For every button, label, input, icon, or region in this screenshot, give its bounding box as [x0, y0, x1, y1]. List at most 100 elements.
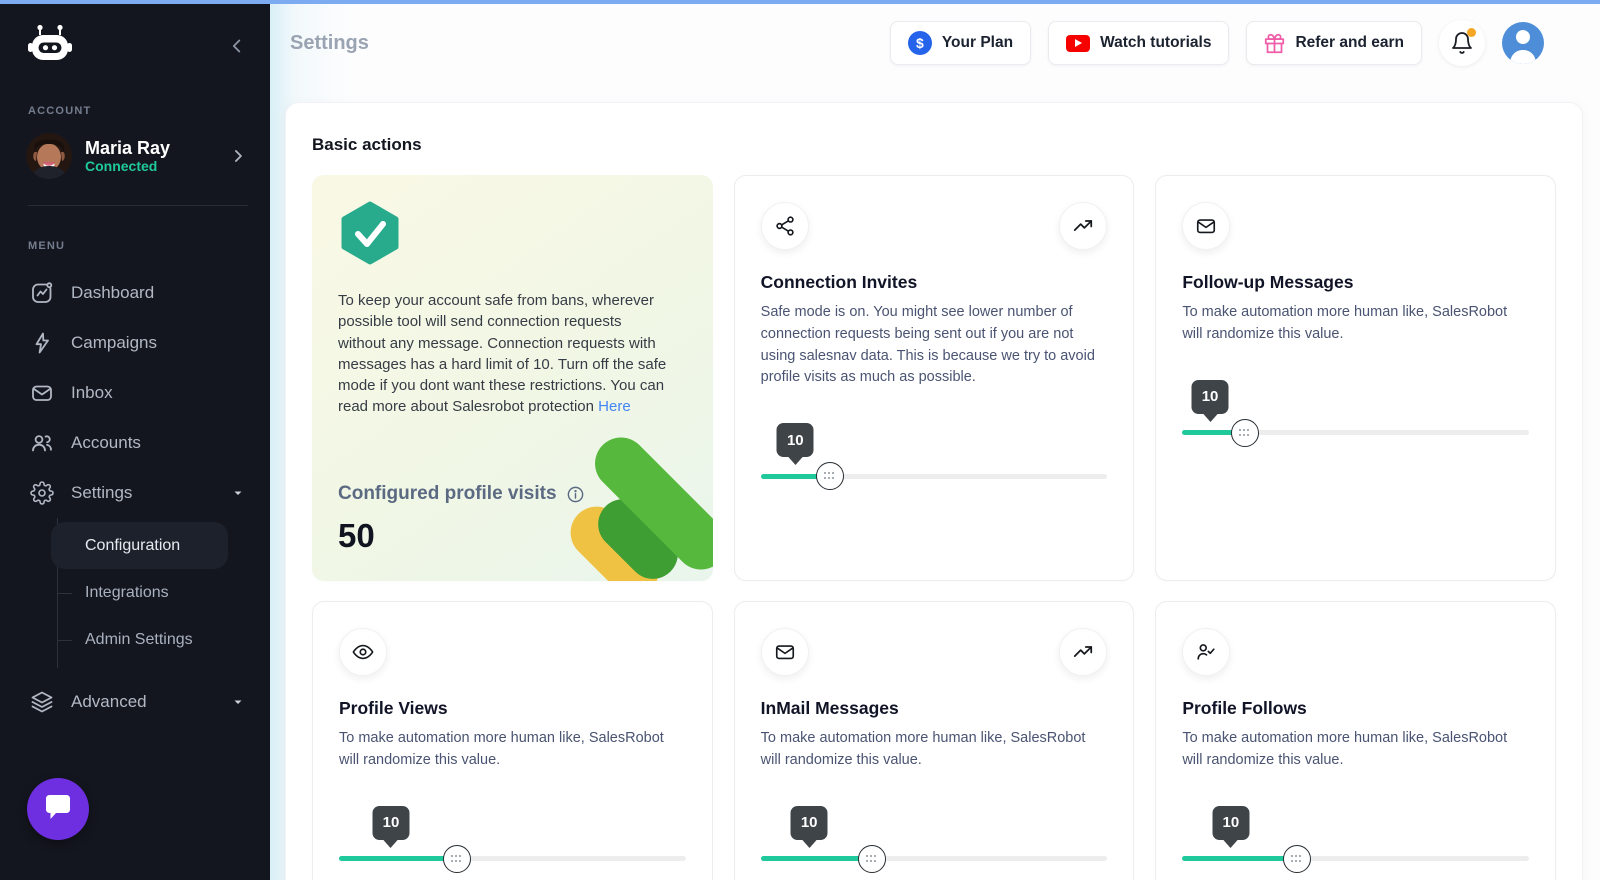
card-title: Profile Views	[339, 698, 448, 718]
salesrobot-logo	[26, 24, 74, 71]
slider-handle[interactable]	[1230, 418, 1259, 447]
sidebar-item-configuration[interactable]: Configuration	[51, 522, 228, 569]
connection-invites-slider[interactable]: 10	[760, 423, 1108, 491]
slider-tooltip: 10	[790, 805, 828, 840]
slider-fill	[1182, 856, 1297, 861]
sidebar-divider	[28, 205, 248, 206]
sidebar-item-accounts[interactable]: Accounts	[0, 418, 270, 468]
caret-down-icon	[232, 487, 244, 499]
profile-follows-card: Profile Follows To make automation more …	[1155, 601, 1556, 880]
sidebar-subitem-label: Admin Settings	[85, 630, 193, 648]
caret-down-icon	[232, 696, 244, 708]
card-title: Follow-up Messages	[1182, 272, 1354, 292]
chat-support-button[interactable]	[27, 778, 89, 840]
header: Settings $ Your Plan Watch tutorials Ref…	[270, 0, 1600, 66]
notification-dot	[1467, 28, 1476, 37]
follow-up-messages-slider[interactable]: 10	[1182, 379, 1529, 448]
sidebar-item-campaigns[interactable]: Campaigns	[0, 318, 270, 368]
safe-mode-check-icon	[338, 201, 687, 270]
envelope-icon	[1182, 202, 1231, 250]
tree-connector	[57, 639, 72, 641]
sidebar-item-settings[interactable]: Settings	[0, 468, 270, 518]
safe-mode-link[interactable]: Here	[598, 398, 631, 415]
profile-views-slider[interactable]: 10	[339, 805, 686, 874]
sidebar-item-label: Accounts	[71, 433, 141, 452]
profile-views-card: Profile Views To make automation more hu…	[312, 601, 713, 880]
watch-tutorials-button[interactable]: Watch tutorials	[1048, 21, 1230, 65]
account-section-label: ACCOUNT	[28, 105, 92, 117]
slider-fill	[760, 856, 872, 861]
chevron-left-icon	[226, 35, 248, 60]
profile-follows-slider[interactable]: 10	[1182, 805, 1529, 874]
sidebar-item-label: Dashboard	[71, 283, 155, 302]
main-nav: Dashboard Campaigns Inbox Accounts Setti…	[0, 268, 270, 727]
card-description: Safe mode is on. You might see lower num…	[760, 304, 1095, 386]
user-avatar-icon	[1502, 22, 1544, 64]
card-title: Profile Follows	[1182, 698, 1307, 718]
eye-icon	[339, 628, 387, 676]
sidebar-collapse-button[interactable]	[226, 35, 248, 60]
slider-tooltip: 10	[1191, 379, 1229, 414]
settings-submenu: Configuration Integrations Admin Setting…	[51, 518, 270, 668]
sidebar-item-label: Campaigns	[71, 333, 157, 352]
tree-connector	[57, 592, 72, 594]
sidebar-item-label: Settings	[71, 483, 133, 502]
dollar-icon: $	[907, 31, 932, 55]
youtube-icon	[1066, 34, 1091, 52]
sidebar-item-integrations[interactable]: Integrations	[57, 569, 270, 616]
slider-handle[interactable]	[857, 844, 886, 873]
settings-panel: Basic actions To keep your account safe …	[285, 102, 1583, 880]
sidebar-item-dashboard[interactable]: Dashboard	[0, 268, 270, 318]
sidebar-item-label: Advanced	[71, 692, 147, 711]
slider-handle[interactable]	[442, 844, 471, 873]
your-plan-button[interactable]: $ Your Plan	[889, 21, 1032, 65]
connection-invites-card: Connection Invites Safe mode is on. You …	[733, 175, 1135, 581]
watch-tutorials-label: Watch tutorials	[1100, 34, 1212, 51]
slider-track[interactable]	[339, 844, 686, 873]
trending-up-icon[interactable]	[1059, 202, 1108, 250]
lightning-icon	[30, 331, 54, 355]
slider-track[interactable]	[1182, 844, 1529, 873]
slider-handle[interactable]	[1282, 844, 1311, 873]
page-title: Settings	[290, 31, 369, 54]
inmail-messages-card: InMail Messages To make automation more …	[733, 601, 1135, 880]
sidebar-item-label: Inbox	[71, 383, 113, 402]
sidebar-subitem-label: Integrations	[85, 583, 169, 601]
account-switcher[interactable]: Maria Ray Connected	[0, 117, 270, 195]
person-check-icon	[1182, 628, 1231, 676]
slider-tooltip: 10	[372, 805, 410, 840]
your-plan-label: Your Plan	[941, 34, 1014, 51]
slider-track[interactable]	[1182, 418, 1529, 447]
main-area: Settings $ Your Plan Watch tutorials Ref…	[270, 0, 1600, 880]
dashboard-icon	[30, 281, 54, 305]
card-description: To make automation more human like, Sale…	[760, 730, 1086, 768]
gift-icon	[1264, 33, 1285, 54]
slider-handle[interactable]	[815, 462, 844, 490]
slider-track[interactable]	[760, 462, 1108, 490]
trending-up-icon[interactable]	[1059, 628, 1108, 676]
info-icon[interactable]	[566, 485, 585, 504]
inmail-messages-slider[interactable]: 10	[760, 805, 1108, 874]
sidebar-item-admin-settings[interactable]: Admin Settings	[57, 616, 270, 663]
refer-and-earn-button[interactable]: Refer and earn	[1246, 21, 1422, 65]
inbox-icon	[30, 381, 54, 405]
top-accent-bar	[0, 0, 1600, 4]
metric-value: 50	[338, 517, 375, 554]
metric-label: Configured profile visits	[338, 483, 557, 504]
account-name: Maria Ray	[85, 137, 171, 158]
card-description: To make automation more human like, Sale…	[1182, 730, 1508, 768]
envelope-icon	[760, 628, 809, 676]
section-title: Basic actions	[312, 135, 422, 154]
refer-and-earn-label: Refer and earn	[1295, 34, 1404, 51]
safe-mode-text-body: To keep your account safe from bans, whe…	[338, 292, 667, 416]
profile-avatar-button[interactable]	[1502, 22, 1544, 64]
notifications-button[interactable]	[1439, 20, 1485, 66]
safe-mode-card: To keep your account safe from bans, whe…	[312, 175, 713, 581]
sidebar-subitem-label: Configuration	[85, 536, 181, 554]
sidebar-item-advanced[interactable]: Advanced	[0, 677, 270, 727]
slider-track[interactable]	[760, 844, 1108, 873]
card-description: To make automation more human like, Sale…	[1182, 304, 1508, 342]
chat-bubble-icon	[43, 794, 73, 825]
sidebar-item-inbox[interactable]: Inbox	[0, 368, 270, 418]
slider-tooltip: 10	[1212, 805, 1250, 840]
